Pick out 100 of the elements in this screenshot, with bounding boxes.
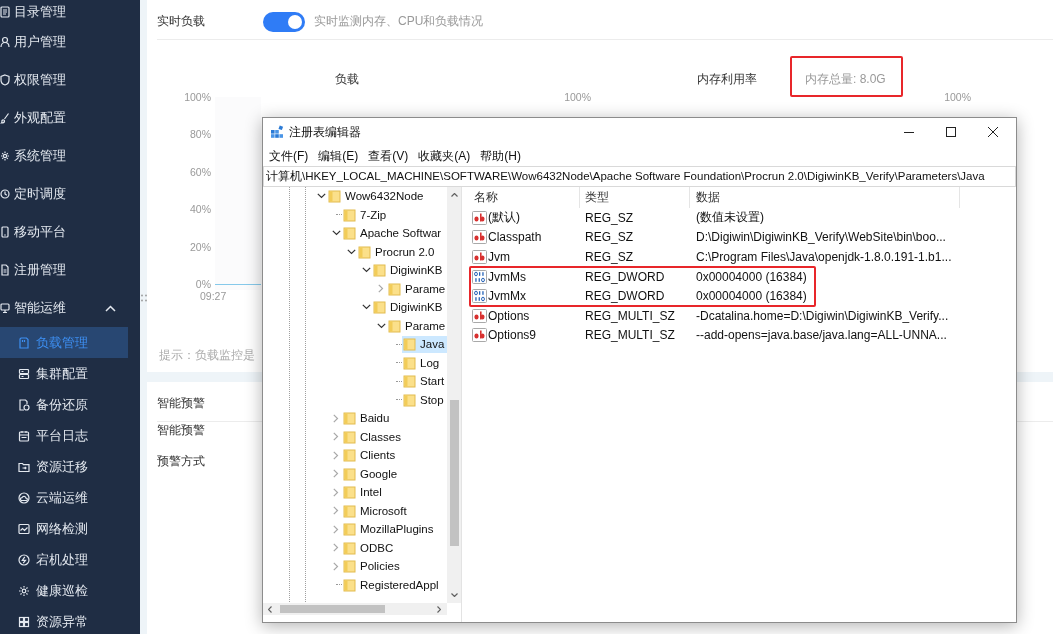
sidebar-item[interactable]: 注册管理 xyxy=(0,251,128,289)
value-name: Options9 xyxy=(488,328,537,343)
memory-total-label: 内存总量: 8.0G xyxy=(805,72,886,86)
drag-handle-icon[interactable] xyxy=(141,294,147,302)
address-field[interactable]: 计算机\HKEY_LOCAL_MACHINE\SOFTWARE\Wow6432Node\Apache Software Foundation\Procrun 2.0\DigiwinKB_Verify\Parameters\Java xyxy=(263,166,1016,187)
folder-icon xyxy=(328,189,341,204)
folder-icon xyxy=(373,300,386,315)
menu-item[interactable]: 查看(V) xyxy=(363,147,414,165)
menu-item[interactable]: 帮助(H) xyxy=(475,147,526,165)
chevron-down-icon[interactable] xyxy=(316,193,326,200)
sidebar-item[interactable]: 权限管理 xyxy=(0,61,128,99)
tree-item[interactable]: Parame xyxy=(387,280,447,298)
sidebar-item[interactable]: 定时调度 xyxy=(0,175,128,213)
sidebar-item[interactable]: 备份还原 xyxy=(0,389,128,420)
folder-icon xyxy=(343,577,356,592)
tree-item[interactable]: Procrun 2.0 xyxy=(357,243,438,261)
chevron-down-icon[interactable] xyxy=(376,322,386,329)
sidebar-item[interactable]: 集群配置 xyxy=(0,358,128,389)
tree-item[interactable]: Google xyxy=(342,465,401,483)
sidebar-item[interactable]: 系统管理 xyxy=(0,137,128,175)
gear-icon xyxy=(0,150,10,162)
value-data: D:\Digiwin\DigiwinKB_Verify\WebSite\bin\boo... xyxy=(695,230,947,245)
chevron-right-icon[interactable] xyxy=(333,506,339,516)
chevron-up-icon[interactable] xyxy=(450,193,458,197)
tree-item[interactable]: DigiwinKB xyxy=(372,298,446,316)
value-type: REG_MULTI_SZ xyxy=(584,308,676,323)
chevron-down-icon[interactable] xyxy=(361,304,371,311)
tree-item[interactable]: Classes xyxy=(342,428,404,446)
tree-item[interactable]: Stop xyxy=(402,391,447,409)
folder-icon xyxy=(343,485,356,500)
tree-item[interactable]: Microsoft xyxy=(342,502,410,520)
chevron-down-icon[interactable] xyxy=(450,593,458,597)
sidebar-item[interactable]: 用户管理 xyxy=(0,23,128,61)
chevron-right-icon[interactable] xyxy=(333,524,339,534)
tree-item[interactable]: ODBC xyxy=(342,539,397,557)
chevron-right-icon[interactable] xyxy=(378,284,384,294)
menu-item[interactable]: 编辑(E) xyxy=(313,147,364,165)
tree-item[interactable]: DigiwinKB xyxy=(372,261,446,279)
chevron-right-icon[interactable] xyxy=(333,561,339,571)
tree-item[interactable]: Baidu xyxy=(342,409,393,427)
clock-icon xyxy=(0,188,10,200)
setting-description: 实时监测内存、CPU和负载情况 xyxy=(314,13,484,30)
tree-item[interactable]: MozillaPlugins xyxy=(342,520,437,538)
chevron-right-icon[interactable] xyxy=(333,487,339,497)
chevron-right-icon[interactable] xyxy=(333,432,339,442)
chevron-right-icon[interactable] xyxy=(333,543,339,553)
folder-icon xyxy=(343,207,356,222)
chevron-right-icon[interactable] xyxy=(437,605,441,613)
tree-item[interactable]: Apache Softwar xyxy=(342,224,445,242)
y-axis-label: 0% xyxy=(195,277,211,290)
tree-item[interactable]: Log xyxy=(402,354,443,372)
toggle-switch[interactable] xyxy=(263,11,305,32)
tree-item[interactable]: Start xyxy=(402,372,447,390)
chevron-right-icon[interactable] xyxy=(333,469,339,479)
value-name: JvmMx xyxy=(488,289,526,304)
tree-item[interactable]: Intel xyxy=(342,483,385,501)
string-value-icon xyxy=(472,230,487,245)
tree-item[interactable]: 7-Zip xyxy=(342,206,390,224)
folder-icon xyxy=(373,263,386,278)
menu-item[interactable]: 收藏夹(A) xyxy=(413,147,476,165)
tree-item[interactable]: Java xyxy=(402,335,447,353)
folder-icon xyxy=(403,392,416,407)
tree-item[interactable]: RegisteredAppl xyxy=(342,576,442,594)
sidebar-item[interactable]: 外观配置 xyxy=(0,99,128,137)
chevron-down-icon[interactable] xyxy=(346,248,356,255)
tree-item[interactable]: Parame xyxy=(387,317,447,335)
list-icon xyxy=(0,5,10,18)
folder-icon xyxy=(343,448,356,463)
window-title: 注册表编辑器 xyxy=(289,123,361,141)
binary-value-icon xyxy=(472,269,487,284)
sidebar-item[interactable]: 宕机处理 xyxy=(0,544,128,575)
chevron-right-icon[interactable] xyxy=(333,413,339,423)
sidebar-item[interactable]: 网络检测 xyxy=(0,513,128,544)
chart-window-icon xyxy=(18,522,30,535)
sidebar-item[interactable]: 云端运维 xyxy=(0,482,128,513)
value-name: (默认) xyxy=(488,209,520,227)
tree-item[interactable]: Clients xyxy=(342,446,399,464)
chevron-left-icon[interactable] xyxy=(268,605,272,613)
sidebar-item[interactable]: 资源异常 xyxy=(0,606,128,634)
chart-title: 负载 xyxy=(335,71,359,87)
chevron-down-icon[interactable] xyxy=(331,230,341,237)
scrollbar-thumb[interactable] xyxy=(449,400,459,546)
folder-icon xyxy=(343,540,356,555)
chevron-right-icon[interactable] xyxy=(333,450,339,460)
monitor-icon xyxy=(0,302,10,314)
menu-item[interactable]: 文件(F) xyxy=(264,147,314,165)
sidebar-item[interactable]: 资源迁移 xyxy=(0,451,128,482)
tree-item[interactable]: Policies xyxy=(342,557,403,575)
sidebar-item[interactable]: 平台日志 xyxy=(0,420,128,451)
sidebar-item[interactable]: 移动平台 xyxy=(0,213,128,251)
sidebar-item[interactable]: 健康巡检 xyxy=(0,575,128,606)
value-type: REG_SZ xyxy=(584,210,634,225)
value-name: Options xyxy=(488,308,530,323)
scrollbar-thumb[interactable] xyxy=(280,605,385,613)
string-value-icon xyxy=(472,328,487,343)
chevron-down-icon[interactable] xyxy=(361,267,371,274)
tree-item[interactable]: Wow6432Node xyxy=(327,187,427,205)
sidebar-item[interactable]: 智能运维 xyxy=(0,289,128,327)
value-data: --add-opens=java.base/java.lang=ALL-UNNA... xyxy=(695,328,948,343)
sidebar-item[interactable]: 目录管理 xyxy=(0,0,128,23)
